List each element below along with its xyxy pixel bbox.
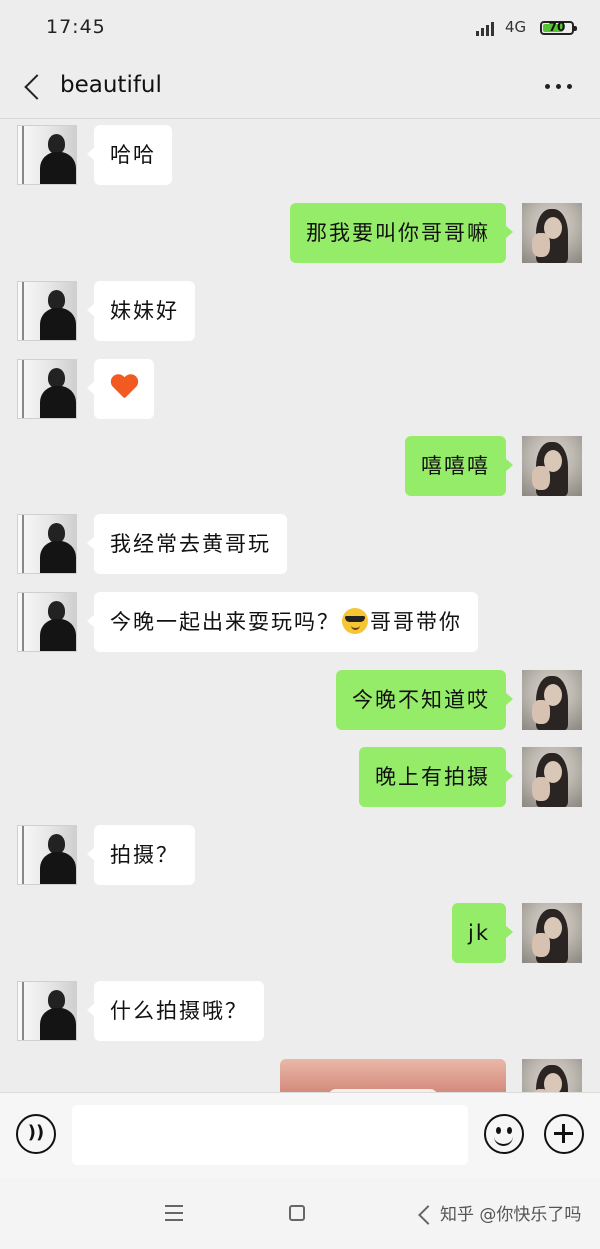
recent-apps-icon[interactable] [165,1205,183,1221]
sent-message[interactable]: 嘻嘻嘻 [405,436,513,496]
contact-avatar[interactable] [17,359,77,419]
chat-header: beautiful [0,58,600,119]
message-row: 晚上有拍摄 [0,747,600,809]
message-text: 今晚一起出来耍玩吗？ [110,610,340,634]
network-type: 4G [505,18,527,36]
system-nav-bar: 知乎 @你快乐了吗 [0,1178,600,1249]
message-row: 哈哈 [0,125,600,187]
received-message[interactable]: 哈哈 [87,125,172,185]
my-avatar[interactable] [522,203,582,263]
my-avatar[interactable] [522,1059,582,1092]
message-row: 拍摄？ [0,825,600,887]
sent-image-message[interactable] [280,1059,506,1092]
my-avatar[interactable] [522,747,582,807]
message-row: 那我要叫你哥哥嘛 [0,203,600,265]
nav-back-icon[interactable] [418,1205,438,1225]
contact-avatar[interactable] [17,281,77,341]
message-text: 哥哥带你 [370,610,462,634]
sent-message[interactable]: 晚上有拍摄 [359,747,513,807]
message-row [0,359,600,421]
message-row: 今晚不知道哎 [0,670,600,732]
contact-avatar[interactable] [17,981,77,1041]
back-icon[interactable] [24,74,50,100]
signal-icon [476,20,498,36]
my-avatar[interactable] [522,670,582,730]
status-time: 17:45 [46,16,106,38]
message-row [0,1059,600,1092]
status-bar: 17:45 4G 70 [0,0,600,58]
more-options-icon[interactable] [545,84,573,90]
heart-icon [110,375,138,401]
message-row: 今晚一起出来耍玩吗？ 哥哥带你 [0,592,600,654]
home-icon[interactable] [289,1205,305,1221]
message-row: jk [0,903,600,965]
sent-message[interactable]: 今晚不知道哎 [336,670,513,730]
received-message[interactable]: 妹妹好 [87,281,195,341]
input-bar: )) [0,1092,600,1178]
received-message[interactable]: 拍摄？ [87,825,195,885]
contact-avatar[interactable] [17,125,77,185]
message-row: 我经常去黄哥玩 [0,514,600,576]
contact-avatar[interactable] [17,514,77,574]
voice-input-button[interactable]: )) [16,1114,56,1154]
more-actions-button[interactable] [544,1114,584,1154]
received-message[interactable]: 今晚一起出来耍玩吗？ 哥哥带你 [87,592,478,652]
message-row: 嘻嘻嘻 [0,436,600,498]
my-avatar[interactable] [522,903,582,963]
battery-percent: 70 [548,20,566,34]
contact-avatar[interactable] [17,825,77,885]
sunglasses-smiley-icon [342,608,368,634]
received-message[interactable]: 什么拍摄哦？ [87,981,264,1041]
battery-nub [574,26,577,31]
emoji-button[interactable] [484,1114,524,1154]
chat-title: beautiful [60,72,162,98]
message-input[interactable] [72,1105,468,1165]
message-row: 什么拍摄哦？ [0,981,600,1043]
my-avatar[interactable] [522,436,582,496]
received-message[interactable]: 我经常去黄哥玩 [87,514,287,574]
contact-avatar[interactable] [17,592,77,652]
voice-icon: )) [27,1122,45,1143]
message-list[interactable]: 哈哈 那我要叫你哥哥嘛 妹妹好 嘻嘻嘻 我经常去黄哥玩 今晚一起出来耍玩吗？ 哥哥… [0,119,600,1092]
received-emoji-message[interactable] [87,359,154,419]
sent-message[interactable]: 那我要叫你哥哥嘛 [290,203,513,263]
sent-message[interactable]: jk [452,903,513,963]
message-row: 妹妹好 [0,281,600,343]
watermark: 知乎 @你快乐了吗 [440,1205,582,1225]
battery-icon: 70 [540,20,577,35]
